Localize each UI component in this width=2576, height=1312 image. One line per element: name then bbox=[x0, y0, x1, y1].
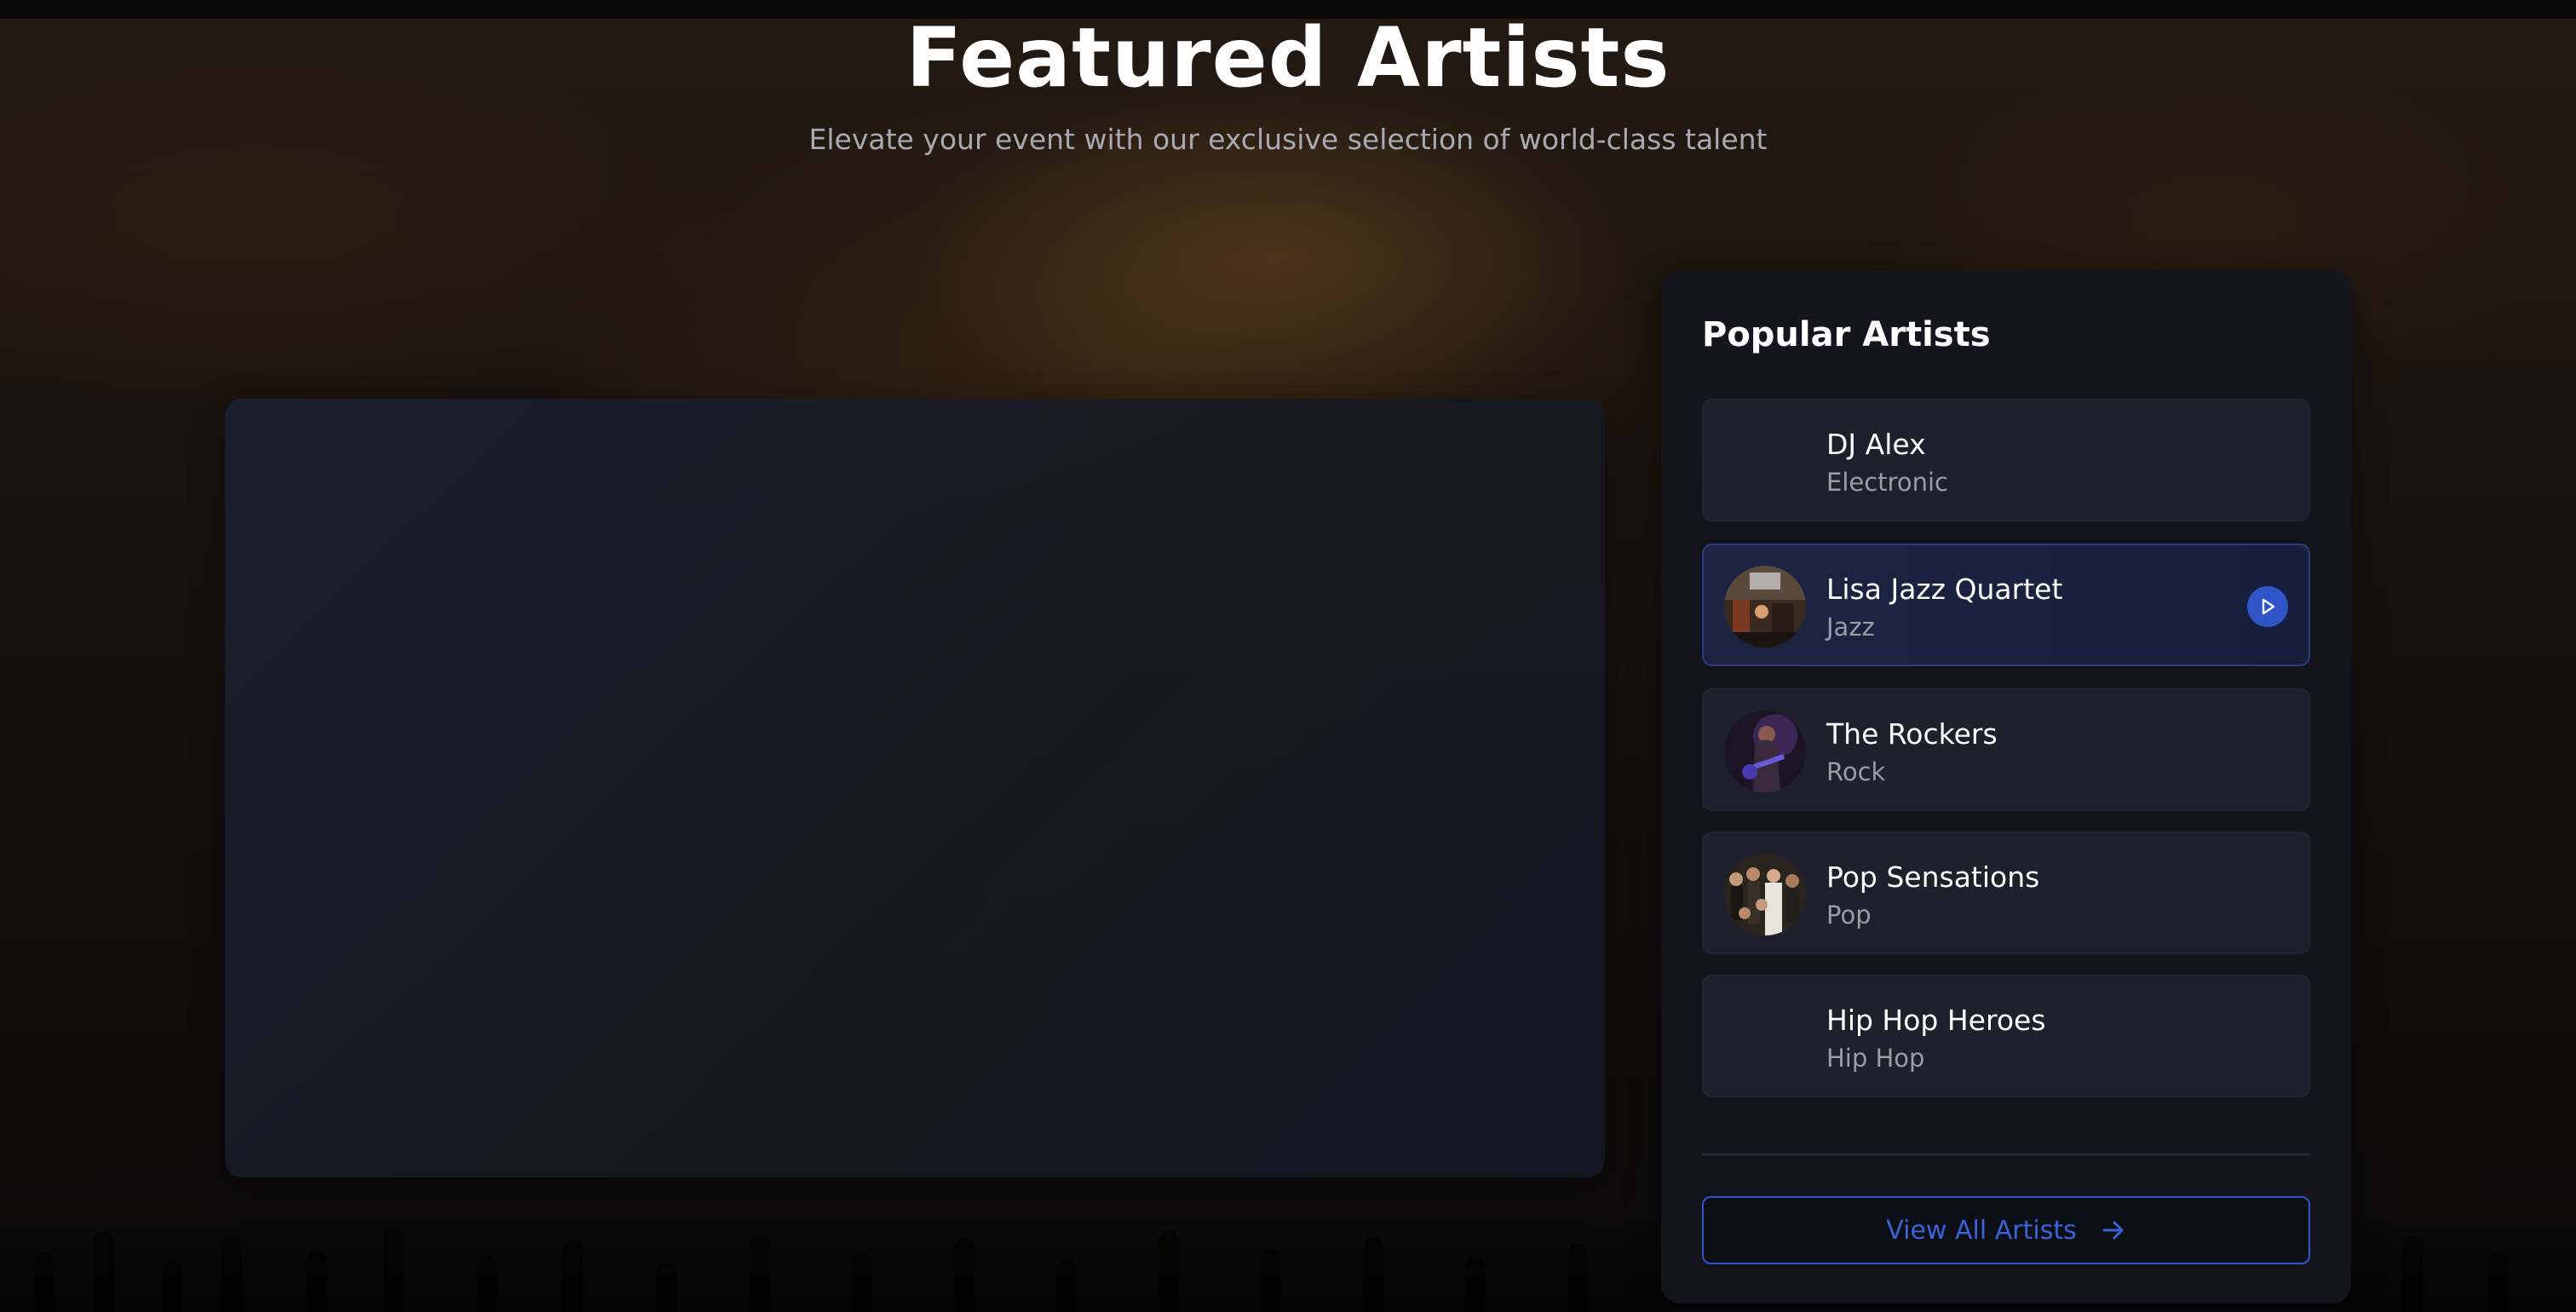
artist-name: Lisa Jazz Quartet bbox=[1826, 573, 2063, 606]
divider bbox=[1702, 1154, 2310, 1155]
page-subtitle: Elevate your event with our exclusive se… bbox=[808, 123, 1768, 156]
artist-name: DJ Alex bbox=[1826, 428, 1926, 461]
arrow-right-icon bbox=[2102, 1221, 2124, 1240]
artist-item-hip-hop-heroes[interactable]: Hip Hop Heroes Hip Hop bbox=[1702, 975, 2310, 1097]
view-all-artists-button[interactable]: View All Artists bbox=[1702, 1196, 2310, 1264]
popular-artists-panel: Popular Artists DJ Alex Electronic Lisa … bbox=[1661, 271, 2351, 1303]
artist-item-the-rockers[interactable]: The Rockers Rock bbox=[1702, 688, 2310, 811]
artist-item-lisa-jazz-quartet[interactable]: Lisa Jazz Quartet Jazz bbox=[1702, 544, 2310, 666]
artist-item-dj-alex[interactable]: DJ Alex Electronic bbox=[1702, 399, 2310, 521]
featured-player-panel[interactable] bbox=[225, 399, 1605, 1177]
page-title: Featured Artists bbox=[906, 10, 1670, 106]
artist-name: The Rockers bbox=[1826, 717, 1998, 751]
artist-genre: Pop bbox=[1826, 901, 1872, 929]
artist-item-pop-sensations[interactable]: Pop Sensations Pop bbox=[1702, 832, 2310, 954]
artist-genre: Jazz bbox=[1826, 613, 1875, 642]
artist-genre: Electronic bbox=[1826, 468, 1948, 497]
view-all-artists-label: View All Artists bbox=[1886, 1215, 2077, 1246]
artist-genre: Rock bbox=[1826, 757, 1886, 786]
play-button[interactable] bbox=[2247, 586, 2288, 627]
artist-avatar bbox=[1724, 711, 1806, 792]
artist-avatar bbox=[1724, 854, 1806, 935]
play-icon bbox=[2262, 598, 2275, 615]
artist-genre: Hip Hop bbox=[1826, 1044, 1925, 1073]
artist-name: Hip Hop Heroes bbox=[1826, 1004, 2046, 1037]
artist-avatar bbox=[1724, 566, 1806, 647]
popular-artists-title: Popular Artists bbox=[1702, 315, 1991, 354]
artist-name: Pop Sensations bbox=[1826, 860, 2040, 894]
